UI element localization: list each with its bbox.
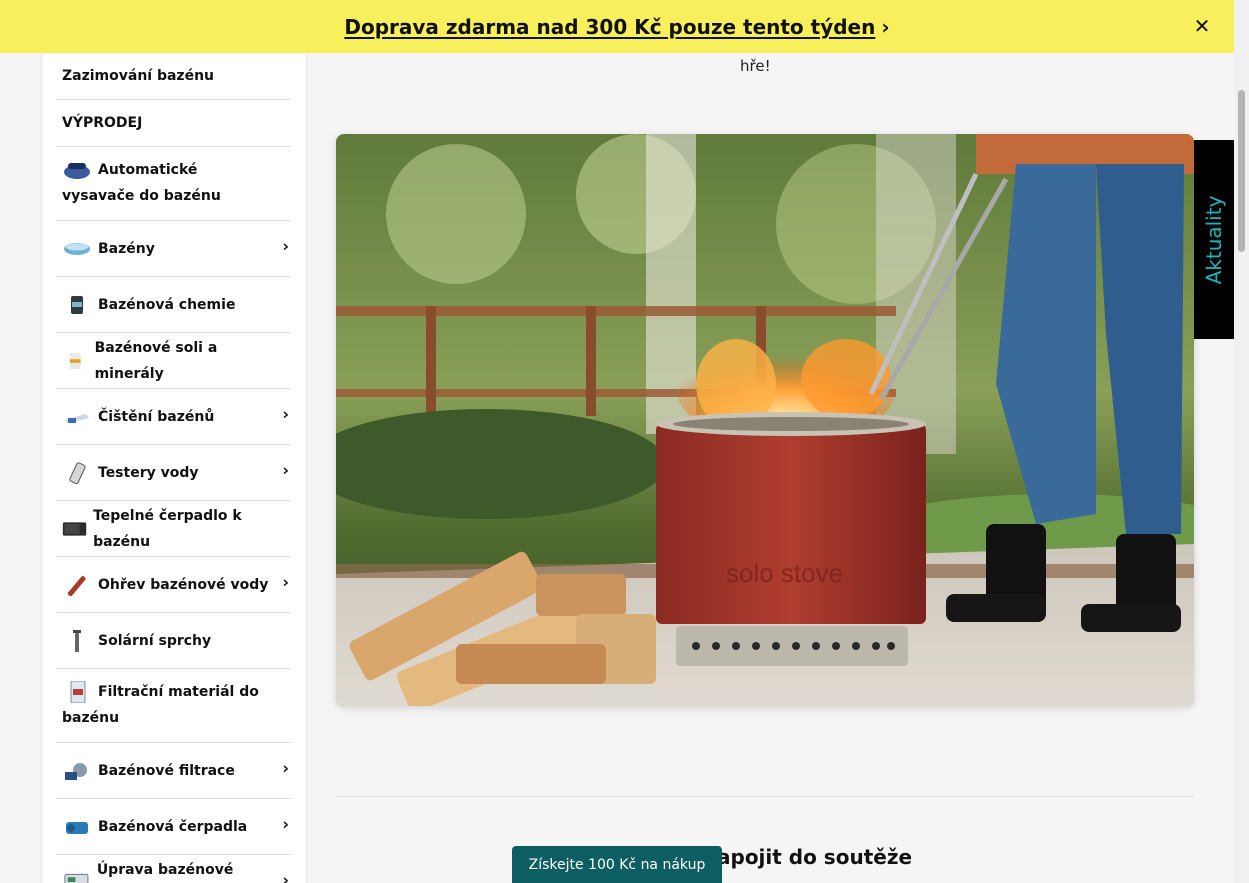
sidebar-item-label: VÝPRODEJ xyxy=(62,115,143,131)
promo-link[interactable]: Doprava zdarma nad 300 Kč pouze tento tý… xyxy=(344,15,875,39)
sidebar-item-label: Ohřev bazénové vody xyxy=(98,576,269,593)
news-side-tab[interactable]: Aktuality xyxy=(1194,140,1234,339)
chemical-bucket-icon xyxy=(71,295,83,314)
filtration-unit-icon xyxy=(65,762,87,780)
sidebar-item-cerpadlo[interactable]: Tepelné čerpadlo k bazénu xyxy=(56,501,291,557)
sidebar-item-label: Testery vody xyxy=(98,464,199,481)
sidebar-item-label: Bazénová chemie xyxy=(98,296,236,313)
sidebar-item-label: Bazénové filtrace xyxy=(98,762,235,779)
article-text: hře! xyxy=(740,57,771,75)
section-divider xyxy=(336,796,1194,797)
sidebar-item-chemie[interactable]: Bazénová chemie xyxy=(56,277,291,333)
sidebar-item-label: Úprava bazénové vody xyxy=(96,861,234,878)
sidebar-item-zazimovani[interactable]: Zazimování bazénu xyxy=(56,53,291,100)
sidebar-item-label: Bazénová čerpadla xyxy=(98,818,248,835)
sidebar-item-vyprodej[interactable]: VÝPRODEJ xyxy=(56,100,291,147)
water-heater-icon xyxy=(67,575,86,596)
pool-robot-icon xyxy=(64,163,90,179)
solar-shower-icon xyxy=(73,629,81,652)
sidebar-item-vysavace[interactable]: Automatické vysavače do bazénu xyxy=(56,147,291,221)
chevron-right-icon: › xyxy=(282,869,289,883)
sidebar-item-label: Zazimování bazénu xyxy=(62,68,215,84)
chevron-right-icon: › xyxy=(282,813,289,833)
chevron-right-icon: › xyxy=(282,235,289,255)
sidebar-item-ohrev[interactable]: Ohřev bazénové vody › xyxy=(56,557,291,613)
filter-media-icon xyxy=(70,681,86,703)
sidebar-item-cisteni[interactable]: Čištění bazénů › xyxy=(56,389,291,445)
discount-cta-button[interactable]: Získejte 100 Kč na nákup xyxy=(512,846,722,883)
hero-image-fire-pit: solo stove xyxy=(336,134,1194,706)
water-treatment-icon xyxy=(64,873,89,883)
sidebar-item-cerpadla[interactable]: Bazénová čerpadla › xyxy=(56,799,291,855)
chevron-right-icon: › xyxy=(282,459,289,479)
category-sidebar: Zazimování bazénu VÝPRODEJ Automatické v… xyxy=(41,53,307,883)
sidebar-item-label: Bazénové soli a minerály xyxy=(94,339,218,382)
sidebar-item-filtracni-material[interactable]: Filtrační materiál do bazénu xyxy=(56,669,291,743)
fire-pit-illustration: solo stove xyxy=(336,134,1194,706)
sidebar-item-testery[interactable]: Testery vody › xyxy=(56,445,291,501)
contest-heading: apojit do soutěže xyxy=(717,845,913,869)
stove-brand-mark: solo stove xyxy=(726,558,843,588)
pool-icon xyxy=(64,242,90,255)
promo-arrow-icon: › xyxy=(881,14,890,39)
pool-pump-icon xyxy=(66,821,88,834)
heat-pump-icon xyxy=(62,521,87,536)
sidebar-item-label: Tepelné čerpadlo k bazénu xyxy=(93,507,242,550)
news-tab-label: Aktuality xyxy=(1202,195,1226,284)
category-list: Zazimování bazénu VÝPRODEJ Automatické v… xyxy=(56,53,291,883)
cleaning-tool-icon xyxy=(65,413,89,423)
sidebar-item-bazeny[interactable]: Bazény › xyxy=(56,221,291,277)
sidebar-item-sprchy[interactable]: Solární sprchy xyxy=(56,613,291,669)
sidebar-item-uprava[interactable]: Úprava bazénové vody › xyxy=(56,855,291,883)
sidebar-item-label: Bazény xyxy=(98,240,155,257)
chevron-right-icon: › xyxy=(282,757,289,777)
page-scrollbar[interactable] xyxy=(1234,0,1249,883)
scrollbar-thumb[interactable] xyxy=(1238,90,1245,252)
sidebar-item-filtrace[interactable]: Bazénové filtrace › xyxy=(56,743,291,799)
promo-bar: Doprava zdarma nad 300 Kč pouze tento tý… xyxy=(0,0,1234,53)
water-tester-icon xyxy=(69,461,86,484)
salt-bag-icon xyxy=(69,352,81,369)
sidebar-item-label: Solární sprchy xyxy=(98,632,212,649)
chevron-right-icon: › xyxy=(282,571,289,591)
sidebar-item-label: Čištění bazénů xyxy=(98,408,215,425)
chevron-right-icon: › xyxy=(282,403,289,423)
sidebar-item-soli[interactable]: Bazénové soli a minerály xyxy=(56,333,291,389)
close-icon[interactable]: ✕ xyxy=(1190,14,1214,38)
